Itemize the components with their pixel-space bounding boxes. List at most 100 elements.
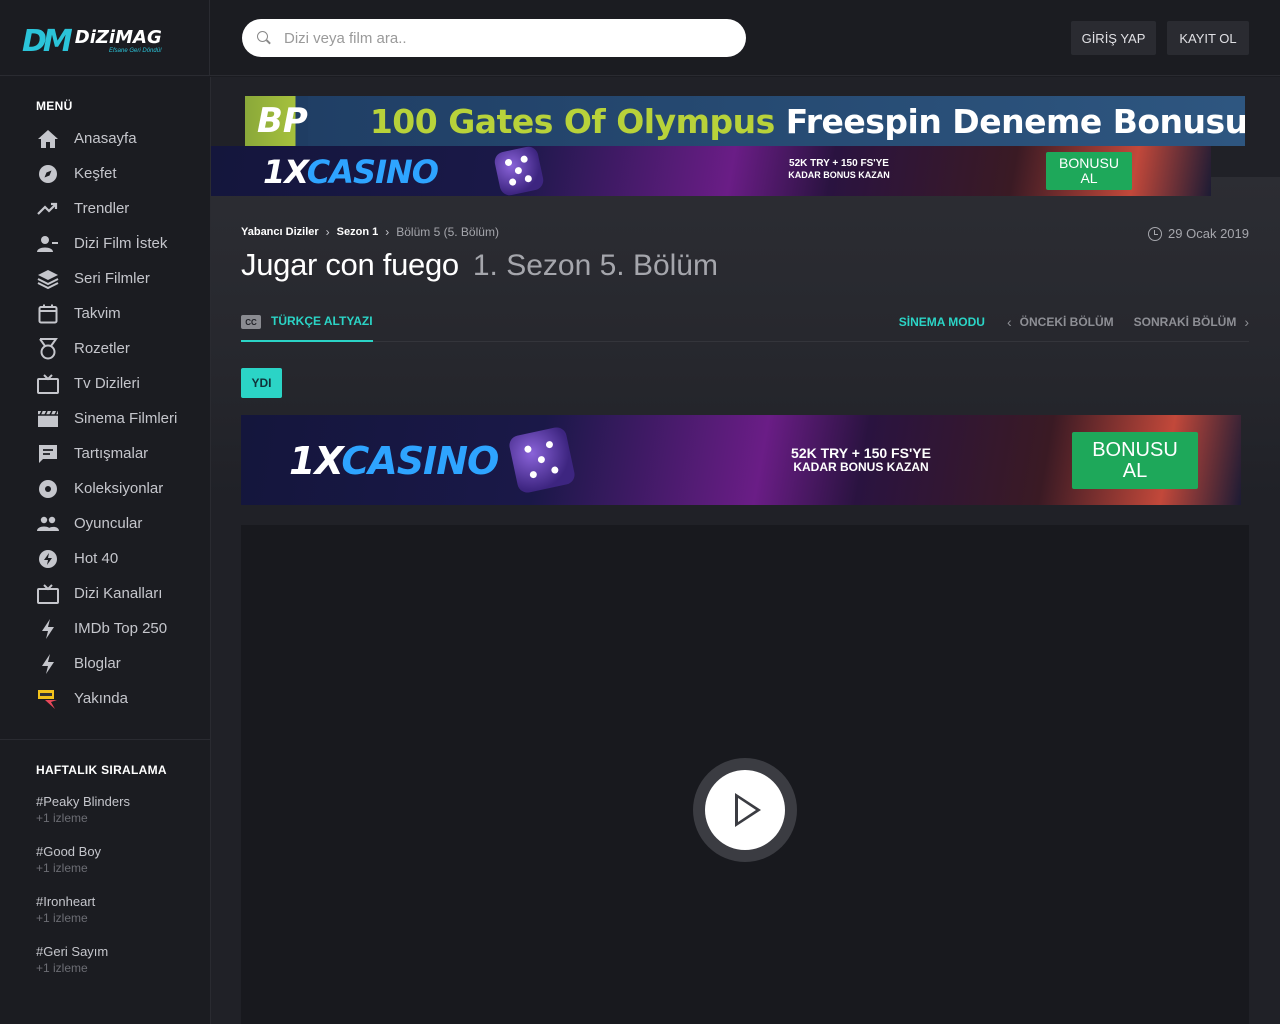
bp-ad-headline: 100 Gates Of Olympus: [369, 101, 775, 141]
chevron-right-icon: ›: [385, 225, 390, 239]
casino-bonus-button[interactable]: BONUSU AL: [1046, 152, 1132, 190]
breadcrumb-series[interactable]: Yabancı Diziler: [241, 226, 319, 238]
chevron-left-icon: ‹: [1006, 314, 1012, 330]
sidebar-item-label: Takvim: [74, 305, 121, 322]
breadcrumb-current: Bölüm 5 (5. Bölüm): [396, 225, 499, 239]
sidebar-item-label: Bloglar: [74, 655, 121, 672]
login-button[interactable]: GİRİŞ YAP: [1071, 21, 1156, 55]
sidebar-item-label: Dizi Kanalları: [74, 585, 163, 602]
tab-turkish-subtitle[interactable]: CC TÜRKÇE ALTYAZI: [241, 309, 373, 342]
ranking-item[interactable]: #Peaky Blinders +1 izleme: [36, 793, 130, 843]
logo-mark: DM: [22, 24, 73, 59]
casino-promo-line1: 52K TRY + 150 FS'YE: [789, 158, 889, 169]
logo-name: DiZiMAG: [74, 27, 162, 48]
ranking-item[interactable]: #Good Boy +1 izleme: [36, 843, 130, 893]
sidebar-item-tartismalar[interactable]: Tartışmalar: [36, 436, 177, 471]
bolt-icon: [36, 617, 60, 641]
sidebar: MENÜ Anasayfa Keşfet Trendler Dizi Film …: [0, 77, 211, 1024]
sidebar-item-kesfet[interactable]: Keşfet: [36, 156, 177, 191]
casino-ad-banner-small[interactable]: 1XCASINO 52K TRY + 150 FS'YE KADAR BONUS…: [211, 146, 1211, 196]
calendar-icon: [36, 302, 60, 326]
bp-ad-banner[interactable]: BP 100 Gates Of Olympus Freespin Deneme …: [245, 96, 1245, 146]
clock-icon: [1148, 226, 1163, 241]
ranking-item-views: +1 izleme: [36, 861, 88, 875]
sidebar-item-tv-dizileri[interactable]: Tv Dizileri: [36, 366, 177, 401]
release-date-text: 29 Ocak 2019: [1168, 226, 1249, 241]
sidebar-item-label: Keşfet: [74, 165, 117, 182]
tab-label: TÜRKÇE ALTYAZI: [271, 314, 373, 328]
sidebar-item-dizi-kanallari[interactable]: Dizi Kanalları: [36, 576, 177, 611]
dice-icon: [507, 425, 577, 495]
sidebar-item-label: Hot 40: [74, 550, 119, 567]
previous-episode-button[interactable]: ‹ ÖNCEKİ BÖLÜM: [1007, 314, 1114, 330]
sidebar-item-bloglar[interactable]: Bloglar: [36, 646, 177, 681]
medal-icon: [36, 337, 60, 361]
chat-icon: [36, 442, 60, 466]
sidebar-item-seri-filmler[interactable]: Seri Filmler: [36, 261, 177, 296]
user-add-icon: [36, 232, 60, 256]
ranking-item[interactable]: #Ironheart +1 izleme: [36, 893, 130, 943]
sidebar-item-label: Sinema Filmleri: [74, 410, 178, 427]
ranking-item-views: +1 izleme: [36, 811, 88, 825]
sidebar-item-label: IMDb Top 250: [74, 620, 168, 637]
play-icon: [735, 793, 761, 827]
trending-icon: [36, 197, 60, 221]
register-button[interactable]: KAYIT OL: [1167, 21, 1249, 55]
sidebar-item-label: Rozetler: [74, 340, 130, 357]
ranking-item-name: #Good Boy: [36, 844, 102, 859]
sidebar-item-koleksiyonlar[interactable]: Koleksiyonlar: [36, 471, 177, 506]
casino-promo-line2: KADAR BONUS KAZAN: [788, 169, 890, 180]
sidebar-item-label: Trendler: [74, 200, 130, 217]
ranking-item-name: #Geri Sayım: [36, 944, 109, 959]
chevron-right-icon: ›: [325, 225, 330, 239]
search-input[interactable]: [284, 29, 704, 47]
film-icon: [36, 407, 60, 431]
sidebar-item-label: Tv Dizileri: [74, 375, 140, 392]
tv-icon: [36, 582, 60, 606]
bolt-icon: [36, 652, 60, 676]
casino-logo: 1XCASINO: [289, 439, 499, 483]
sidebar-item-rozetler[interactable]: Rozetler: [36, 331, 177, 366]
sidebar-item-imdb-top-250[interactable]: IMDb Top 250: [36, 611, 177, 646]
casino-logo: 1XCASINO: [263, 153, 439, 191]
episode-navigation: SİNEMA MODU ‹ ÖNCEKİ BÖLÜM SONRAKİ BÖLÜM…: [899, 309, 1249, 335]
sidebar-item-oyuncular[interactable]: Oyuncular: [36, 506, 177, 541]
dice-icon: [492, 146, 546, 196]
tv-icon: [36, 372, 60, 396]
main-content: BP 100 Gates Of Olympus Freespin Deneme …: [211, 77, 1280, 1024]
sidebar-item-sinema-filmleri[interactable]: Sinema Filmleri: [36, 401, 177, 436]
site-logo[interactable]: DM DiZiMAG Efsane Geri Döndü!: [22, 24, 162, 59]
ranking-item-name: #Ironheart: [36, 894, 96, 909]
sidebar-item-label: Koleksiyonlar: [74, 480, 164, 497]
cc-icon: CC: [241, 315, 261, 329]
sidebar-item-label: Dizi Film İstek: [74, 235, 168, 252]
home-icon: [36, 127, 60, 151]
source-button-ydi[interactable]: YDI: [241, 368, 282, 398]
play-button[interactable]: [693, 758, 797, 862]
cinema-mode-button[interactable]: SİNEMA MODU: [899, 315, 985, 329]
sidebar-item-dizi-film-istek[interactable]: Dizi Film İstek: [36, 226, 177, 261]
sidebar-item-takvim[interactable]: Takvim: [36, 296, 177, 331]
video-player[interactable]: [241, 525, 1249, 1024]
sidebar-item-anasayfa[interactable]: Anasayfa: [36, 121, 177, 156]
ranking-item[interactable]: #Geri Sayım +1 izleme: [36, 943, 130, 993]
sidebar-item-hot-40[interactable]: Hot 40: [36, 541, 177, 576]
next-episode-button[interactable]: SONRAKİ BÖLÜM ›: [1134, 314, 1249, 330]
sidebar-item-trendler[interactable]: Trendler: [36, 191, 177, 226]
bp-logo: BP: [245, 96, 308, 146]
chevron-right-icon: ›: [1244, 314, 1249, 330]
menu-list: Anasayfa Keşfet Trendler Dizi Film İstek…: [36, 121, 177, 716]
soon-icon: [36, 687, 60, 711]
breadcrumb-season[interactable]: Sezon 1: [337, 226, 379, 238]
sidebar-item-yakinda[interactable]: Yakında: [36, 681, 177, 716]
weekly-ranking-list: #Peaky Blinders +1 izleme #Good Boy +1 i…: [36, 793, 130, 993]
ranking-item-views: +1 izleme: [36, 911, 88, 925]
casino-bonus-button[interactable]: BONUSU AL: [1072, 432, 1198, 489]
bp-ad-subline: Freespin Deneme Bonusu!: [785, 101, 1245, 141]
casino-ad-banner-large[interactable]: 1XCASINO 52K TRY + 150 FS'YE KADAR BONUS…: [241, 415, 1241, 505]
compass-icon: [36, 162, 60, 186]
ranking-item-name: #Peaky Blinders: [36, 794, 130, 809]
search-bar[interactable]: [242, 19, 746, 57]
sidebar-item-label: Tartışmalar: [74, 445, 149, 462]
casino-promo-line2: KADAR BONUS KAZAN: [793, 460, 929, 475]
